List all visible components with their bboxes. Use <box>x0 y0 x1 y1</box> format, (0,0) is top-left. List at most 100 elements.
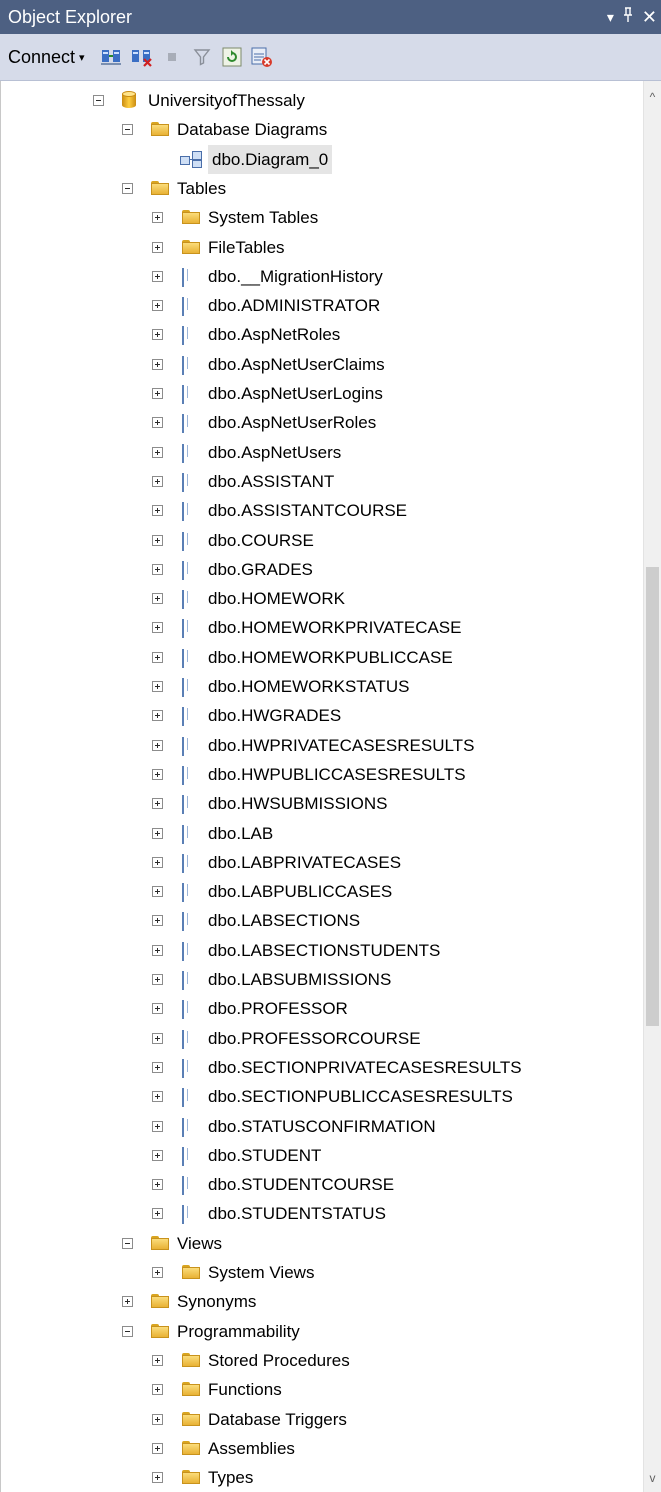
expand-icon[interactable] <box>152 446 163 458</box>
scroll-down-arrow-icon[interactable]: v <box>644 1468 661 1488</box>
tree-node-functions[interactable]: Functions <box>1 1375 641 1404</box>
tree-node-dbo-aspnetusers[interactable]: dbo.AspNetUsers <box>1 438 641 467</box>
tree-node-dbo-hwsubmissions[interactable]: dbo.HWSUBMISSIONS <box>1 789 641 818</box>
expand-icon[interactable] <box>152 270 163 282</box>
expand-icon[interactable] <box>152 768 163 780</box>
tree-node-dbo-professor[interactable]: dbo.PROFESSOR <box>1 994 641 1023</box>
expand-icon[interactable] <box>152 1413 163 1425</box>
expand-icon[interactable] <box>152 505 163 517</box>
tree-node-dbo-labsectionstudents[interactable]: dbo.LABSECTIONSTUDENTS <box>1 936 641 965</box>
filter-icon[interactable] <box>189 44 215 70</box>
tree-node-dbo-studentcourse[interactable]: dbo.STUDENTCOURSE <box>1 1170 641 1199</box>
auto-hide-pin-icon[interactable] <box>622 6 634 28</box>
expand-icon[interactable] <box>152 1003 163 1015</box>
tree-node-dbo-statusconfirmation[interactable]: dbo.STATUSCONFIRMATION <box>1 1112 641 1141</box>
tree-node-dbo-aspnetuserlogins[interactable]: dbo.AspNetUserLogins <box>1 379 641 408</box>
expand-icon[interactable] <box>152 1091 163 1103</box>
expand-icon[interactable] <box>152 593 163 605</box>
connect-button[interactable]: Connect ▾ <box>8 47 85 68</box>
expand-icon[interactable] <box>152 1120 163 1132</box>
expand-icon[interactable] <box>152 388 163 399</box>
expand-icon[interactable] <box>152 534 163 546</box>
tree-node-tables[interactable]: Tables <box>1 174 641 203</box>
tree-node-synonyms[interactable]: Synonyms <box>1 1287 641 1316</box>
collapse-icon[interactable] <box>122 1237 133 1249</box>
expand-icon[interactable] <box>152 1354 163 1366</box>
vertical-scrollbar[interactable]: ^ v <box>643 81 661 1492</box>
expand-icon[interactable] <box>152 212 163 224</box>
tree-node-dbo-hwprivatecasesresults[interactable]: dbo.HWPRIVATECASESRESULTS <box>1 731 641 760</box>
expand-icon[interactable] <box>152 651 163 663</box>
scroll-up-arrow-icon[interactable]: ^ <box>644 87 661 107</box>
tree-node-database-triggers[interactable]: Database Triggers <box>1 1405 641 1434</box>
tree-node-universityofthessaly[interactable]: UniversityofThessaly <box>1 86 641 115</box>
tree-node-dbo-course[interactable]: dbo.COURSE <box>1 526 641 555</box>
connect-dropdown-icon[interactable]: ▾ <box>79 51 85 64</box>
collapse-icon[interactable] <box>93 95 104 106</box>
tree-node-dbo-homeworkpubliccase[interactable]: dbo.HOMEWORKPUBLICCASE <box>1 643 641 672</box>
collapse-icon[interactable] <box>122 182 133 194</box>
expand-icon[interactable] <box>152 1208 163 1220</box>
expand-icon[interactable] <box>152 1179 163 1191</box>
collapse-icon[interactable] <box>122 124 133 136</box>
tree-node-dbo-sectionprivatecasesresults[interactable]: dbo.SECTIONPRIVATECASESRESULTS <box>1 1053 641 1082</box>
object-explorer-tree[interactable]: UniversityofThessaly Database Diagrams dbo… <box>0 81 643 1492</box>
expand-icon[interactable] <box>152 358 163 370</box>
tree-node-dbo-lab[interactable]: dbo.LAB <box>1 819 641 848</box>
expand-icon[interactable] <box>152 915 163 927</box>
tree-node-dbo-sectionpubliccasesresults[interactable]: dbo.SECTIONPUBLICCASESRESULTS <box>1 1082 641 1111</box>
tree-node-dbo-administrator[interactable]: dbo.ADMINISTRATOR <box>1 291 641 320</box>
expand-icon[interactable] <box>152 1384 163 1396</box>
window-position-dropdown-icon[interactable]: ▾ <box>607 9 614 26</box>
tree-node-dbo-professorcourse[interactable]: dbo.PROFESSORCOURSE <box>1 1024 641 1053</box>
tree-node-dbo-aspnetuserroles[interactable]: dbo.AspNetUserRoles <box>1 408 641 437</box>
tree-node-filetables[interactable]: FileTables <box>1 233 641 262</box>
tree-node-programmability[interactable]: Programmability <box>1 1317 641 1346</box>
tree-node-system-views[interactable]: System Views <box>1 1258 641 1287</box>
tree-node-system-tables[interactable]: System Tables <box>1 203 641 232</box>
expand-icon[interactable] <box>152 241 163 253</box>
expand-icon[interactable] <box>152 739 163 751</box>
collapse-icon[interactable] <box>122 1325 133 1337</box>
refresh-icon[interactable] <box>219 44 245 70</box>
expand-icon[interactable] <box>152 827 163 839</box>
tree-node-dbo-labpubliccases[interactable]: dbo.LABPUBLICCASES <box>1 877 641 906</box>
tree-node-views[interactable]: Views <box>1 1229 641 1258</box>
expand-icon[interactable] <box>122 1296 133 1308</box>
expand-icon[interactable] <box>152 710 163 722</box>
expand-icon[interactable] <box>152 329 163 341</box>
tree-node-dbo-grades[interactable]: dbo.GRADES <box>1 555 641 584</box>
activity-monitor-icon[interactable] <box>249 44 275 70</box>
tree-node-dbo-assistant[interactable]: dbo.ASSISTANT <box>1 467 641 496</box>
expand-icon[interactable] <box>152 1149 163 1161</box>
expand-icon[interactable] <box>152 475 163 487</box>
scrollbar-thumb[interactable] <box>646 567 659 1026</box>
tree-node-stored-procedures[interactable]: Stored Procedures <box>1 1346 641 1375</box>
disconnect-icon[interactable] <box>129 44 155 70</box>
expand-icon[interactable] <box>152 1442 163 1454</box>
expand-icon[interactable] <box>152 798 163 810</box>
tree-node-dbo-homeworkprivatecase[interactable]: dbo.HOMEWORKPRIVATECASE <box>1 613 641 642</box>
tree-node-dbo-hwgrades[interactable]: dbo.HWGRADES <box>1 701 641 730</box>
expand-icon[interactable] <box>152 417 163 429</box>
expand-icon[interactable] <box>152 300 163 312</box>
expand-icon[interactable] <box>152 1061 163 1073</box>
expand-icon[interactable] <box>152 856 163 868</box>
tree-node-dbo-student[interactable]: dbo.STUDENT <box>1 1141 641 1170</box>
tree-node-dbo-studentstatus[interactable]: dbo.STUDENTSTATUS <box>1 1199 641 1228</box>
expand-icon[interactable] <box>152 1032 163 1044</box>
expand-icon[interactable] <box>152 1267 163 1278</box>
expand-icon[interactable] <box>152 886 163 898</box>
tree-node-dbo-migrationhistory[interactable]: dbo.__MigrationHistory <box>1 262 641 291</box>
expand-icon[interactable] <box>152 1472 163 1484</box>
tree-node-dbo-homework[interactable]: dbo.HOMEWORK <box>1 584 641 613</box>
tree-node-dbo-labprivatecases[interactable]: dbo.LABPRIVATECASES <box>1 848 641 877</box>
tree-node-dbo-assistantcourse[interactable]: dbo.ASSISTANTCOURSE <box>1 496 641 525</box>
tree-node-dbo-aspnetroles[interactable]: dbo.AspNetRoles <box>1 320 641 349</box>
tree-node-types[interactable]: Types <box>1 1463 641 1492</box>
expand-icon[interactable] <box>152 681 163 692</box>
expand-icon[interactable] <box>152 622 163 634</box>
tree-node-assemblies[interactable]: Assemblies <box>1 1434 641 1463</box>
expand-icon[interactable] <box>152 974 163 985</box>
tree-node-dbo-aspnetuserclaims[interactable]: dbo.AspNetUserClaims <box>1 350 641 379</box>
